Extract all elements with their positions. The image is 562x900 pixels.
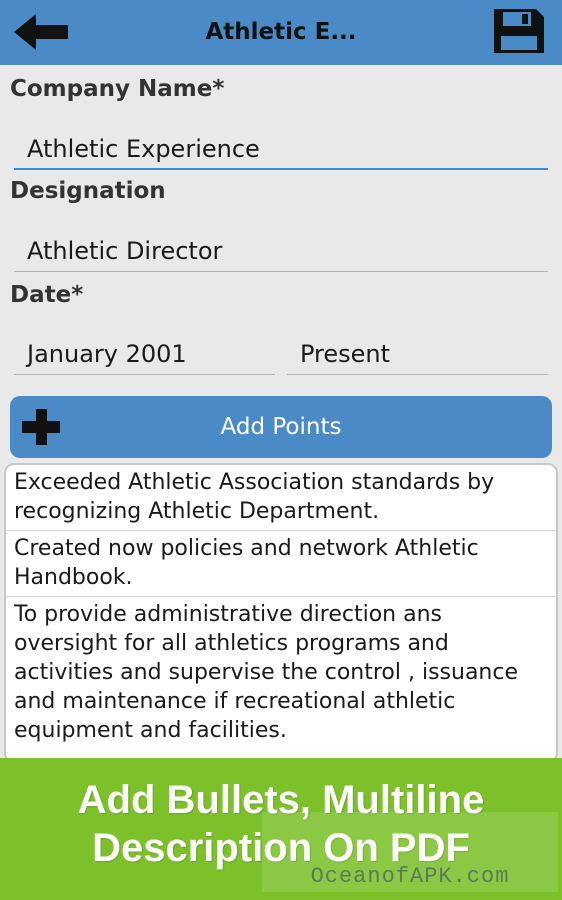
list-item[interactable]: Created now policies and network Athleti… xyxy=(6,531,556,597)
start-date-field[interactable]: January 2001 xyxy=(14,325,275,375)
designation-value: Athletic Director xyxy=(27,237,223,265)
add-points-label: Add Points xyxy=(220,414,342,440)
company-name-field[interactable]: Athletic Experience xyxy=(14,120,548,170)
required-marker: * xyxy=(212,76,225,102)
end-date-value: Present xyxy=(300,340,391,368)
required-marker: * xyxy=(71,282,84,308)
points-list: Exceeded Athletic Association standards … xyxy=(4,463,558,763)
floppy-disk-icon xyxy=(494,9,544,53)
save-button[interactable] xyxy=(490,6,548,56)
list-item[interactable]: Exceeded Athletic Association standards … xyxy=(6,465,556,531)
start-date-value: January 2001 xyxy=(27,340,187,368)
company-name-label: Company Name* xyxy=(10,76,225,102)
back-button[interactable] xyxy=(10,12,74,52)
page-title: Athletic E... xyxy=(205,19,357,45)
arrow-left-icon xyxy=(14,14,68,50)
watermark-text: OceanofAPK.com xyxy=(310,864,510,889)
end-date-field[interactable]: Present xyxy=(287,325,548,375)
list-item[interactable]: To provide administrative direction ans … xyxy=(6,597,556,749)
designation-field[interactable]: Athletic Director xyxy=(14,222,548,272)
company-name-value: Athletic Experience xyxy=(27,135,260,163)
add-points-button[interactable]: Add Points xyxy=(10,396,552,458)
designation-label: Designation xyxy=(10,178,166,204)
top-app-bar: Athletic E... xyxy=(0,0,562,65)
date-label: Date* xyxy=(10,282,84,308)
